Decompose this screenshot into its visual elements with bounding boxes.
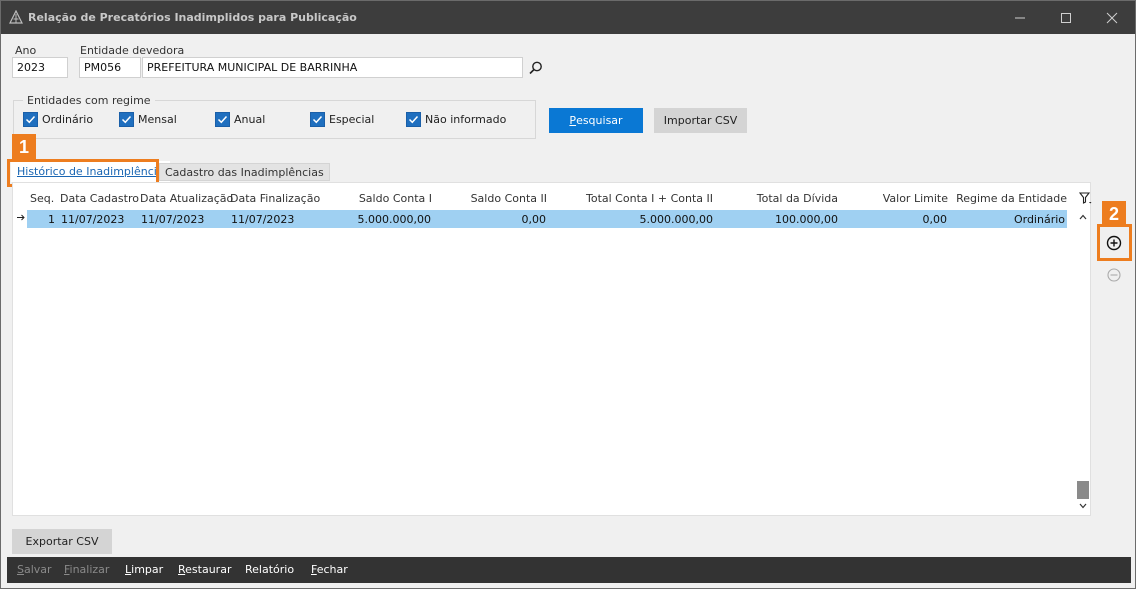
add-row-icon[interactable] — [1105, 234, 1123, 252]
checkbox-label: Anual — [234, 113, 266, 126]
column-header[interactable]: Saldo Conta II — [471, 192, 547, 205]
cell-valor-limite: 0,00 — [922, 213, 948, 226]
app-logo-icon — [9, 10, 23, 24]
entidade-code-input[interactable]: PM056 — [79, 57, 141, 78]
search-icon[interactable] — [527, 59, 545, 77]
relatorio-action[interactable]: Relatório — [245, 563, 294, 576]
cell-data-cadastro: 11/07/2023 — [61, 213, 125, 226]
checkbox-label: Ordinário — [42, 113, 94, 126]
checkbox-especial[interactable]: Especial — [310, 112, 374, 127]
window-title: Relação de Precatórios Inadimplidos para… — [28, 11, 357, 24]
limpar-label: impar — [131, 563, 164, 576]
regime-group-label: Entidades com regime — [23, 94, 155, 107]
scroll-down-icon[interactable] — [1079, 503, 1087, 509]
column-header[interactable]: Total Conta I + Conta II — [586, 192, 713, 205]
table-row[interactable]: 1 11/07/2023 11/07/2023 11/07/2023 5.000… — [27, 210, 1067, 228]
checkbox-nao-informado[interactable]: Não informado — [406, 112, 506, 127]
minimize-button[interactable] — [997, 1, 1043, 34]
ano-input[interactable]: 2023 — [12, 57, 68, 78]
fechar-action[interactable]: Fechar — [311, 563, 348, 576]
checkbox-label: Mensal — [138, 113, 177, 126]
checkbox-ordinario[interactable]: Ordinário — [23, 112, 93, 127]
restaurar-action[interactable]: Restaurar — [178, 563, 231, 576]
checkbox-label: Não informado — [425, 113, 507, 126]
column-header[interactable]: Valor Limite — [883, 192, 948, 205]
callout-badge-1: 1 — [12, 134, 36, 160]
column-header[interactable]: Seq. — [30, 192, 54, 205]
close-icon — [1106, 12, 1118, 23]
checkbox-checked-icon — [119, 112, 134, 127]
filter-icon[interactable] — [1079, 191, 1093, 205]
finalizar-label: inalizar — [69, 563, 110, 576]
cell-seq: 1 — [48, 213, 55, 226]
title-bar: Relação de Precatórios Inadimplidos para… — [1, 1, 1135, 34]
importar-csv-button[interactable]: Importar CSV — [654, 108, 747, 133]
fechar-label: echar — [316, 563, 348, 576]
pesquisar-label: esquisar — [576, 114, 623, 127]
cell-total-contas: 5.000.000,00 — [639, 213, 713, 226]
limpar-action[interactable]: Limpar — [125, 563, 163, 576]
tab-cadastro[interactable]: Cadastro das Inadimplências — [159, 163, 330, 181]
current-row-arrow-icon — [17, 214, 25, 221]
entidade-name-input[interactable]: PREFEITURA MUNICIPAL DE BARRINHA — [142, 57, 523, 78]
salvar-hotkey: S — [17, 563, 24, 576]
cell-regime: Ordinário — [1013, 213, 1065, 226]
grid-header: Seq. Data Cadastro Data Atualização Data… — [13, 189, 1075, 207]
checkbox-checked-icon — [406, 112, 421, 127]
column-header[interactable]: Data Finalização — [230, 192, 320, 205]
checkbox-checked-icon — [215, 112, 230, 127]
pesquisar-button[interactable]: Pesquisar — [549, 108, 643, 133]
maximize-button[interactable] — [1043, 1, 1089, 34]
column-header[interactable]: Total da Dívida — [757, 192, 838, 205]
salvar-action[interactable]: Salvar — [17, 563, 52, 576]
ano-label: Ano — [15, 44, 37, 57]
entidade-label: Entidade devedora — [80, 44, 185, 57]
app-window: Relação de Precatórios Inadimplidos para… — [0, 0, 1136, 589]
checkbox-anual[interactable]: Anual — [215, 112, 265, 127]
remove-row-icon[interactable] — [1105, 266, 1123, 284]
exportar-csv-button[interactable]: Exportar CSV — [12, 529, 112, 554]
finalizar-action[interactable]: Finalizar — [64, 563, 109, 576]
cell-saldo-conta-i: 5.000.000,00 — [357, 213, 431, 226]
cell-saldo-conta-ii: 0,00 — [521, 213, 547, 226]
column-header[interactable]: Regime da Entidade — [956, 192, 1067, 205]
cell-total-divida: 100.000,00 — [775, 213, 838, 226]
scrollbar-thumb[interactable] — [1077, 481, 1089, 499]
cell-data-finalizacao: 11/07/2023 — [231, 213, 295, 226]
restaurar-label: estaurar — [185, 563, 232, 576]
footer-action-bar: Salvar Finalizar Limpar Restaurar Relató… — [7, 557, 1131, 583]
cell-data-atualizacao: 11/07/2023 — [141, 213, 205, 226]
column-header[interactable]: Saldo Conta I — [359, 192, 432, 205]
pesquisar-hotkey: P — [569, 114, 577, 127]
close-button[interactable] — [1089, 1, 1135, 34]
checkbox-label: Especial — [329, 113, 375, 126]
column-header[interactable]: Data Cadastro — [60, 192, 139, 205]
column-header[interactable]: Data Atualização — [140, 192, 233, 205]
checkbox-mensal[interactable]: Mensal — [119, 112, 177, 127]
maximize-icon — [1061, 12, 1071, 23]
data-grid: Seq. Data Cadastro Data Atualização Data… — [12, 182, 1093, 516]
checkbox-checked-icon — [23, 112, 38, 127]
salvar-label: alvar — [23, 563, 52, 576]
checkbox-checked-icon — [310, 112, 325, 127]
scroll-up-icon[interactable] — [1079, 214, 1087, 220]
vertical-scrollbar[interactable] — [1075, 210, 1090, 516]
minimize-icon — [1015, 17, 1025, 18]
